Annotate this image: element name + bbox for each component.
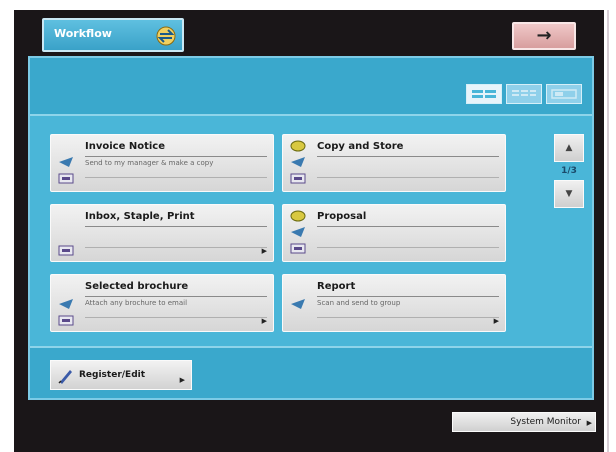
divider bbox=[85, 247, 267, 248]
workflow-button-invoice-notice[interactable]: Invoice Notice Send to my manager & make… bbox=[50, 134, 274, 192]
send-icon bbox=[59, 299, 73, 309]
workflow-button-inbox-staple-print[interactable]: Inbox, Staple, Print ▶ bbox=[50, 204, 274, 262]
expand-arrow-icon: ▶ bbox=[261, 317, 267, 325]
workflow-title: Inbox, Staple, Print bbox=[85, 211, 195, 222]
workflow-button-copy-and-store[interactable]: Copy and Store bbox=[282, 134, 506, 192]
list-view-icon bbox=[472, 90, 496, 98]
workflow-title: Report bbox=[317, 281, 356, 292]
print-icon bbox=[290, 243, 306, 254]
workflow-tab-label: Workflow bbox=[54, 27, 112, 40]
system-monitor-label: System Monitor bbox=[510, 417, 581, 427]
arrow-right-icon: → bbox=[536, 25, 552, 46]
chevron-down-icon: ▼ bbox=[565, 189, 573, 199]
workflow-title: Copy and Store bbox=[317, 141, 404, 152]
register-edit-label: Register/Edit bbox=[79, 370, 146, 380]
send-icon bbox=[291, 227, 305, 237]
page-down-button[interactable]: ▼ bbox=[554, 180, 584, 208]
workflow-button-proposal[interactable]: Proposal bbox=[282, 204, 506, 262]
next-arrow-button[interactable]: → bbox=[512, 22, 576, 50]
workflow-title: Selected brochure bbox=[85, 281, 189, 292]
workflow-tab[interactable]: Workflow bbox=[42, 18, 184, 52]
workflow-icon bbox=[156, 26, 176, 46]
divider bbox=[607, 10, 609, 452]
send-icon bbox=[291, 157, 305, 167]
divider bbox=[85, 177, 267, 178]
compact-view-button[interactable] bbox=[506, 84, 542, 104]
device-screen: Workflow → Invoice Notice Send to my man… bbox=[14, 10, 604, 452]
divider bbox=[317, 177, 499, 178]
print-icon bbox=[58, 315, 74, 326]
divider bbox=[85, 296, 267, 297]
expand-arrow-icon: ▶ bbox=[179, 376, 185, 384]
divider bbox=[317, 226, 499, 227]
send-icon bbox=[291, 299, 305, 309]
divider bbox=[317, 296, 499, 297]
print-icon bbox=[58, 173, 74, 184]
divider bbox=[85, 156, 267, 157]
workflow-description: Scan and send to group bbox=[317, 299, 401, 307]
compact-view-icon bbox=[512, 90, 536, 96]
store-icon bbox=[290, 140, 306, 152]
send-icon bbox=[59, 157, 73, 167]
chevron-up-icon: ▲ bbox=[565, 143, 573, 153]
workflow-grid: Invoice Notice Send to my manager & make… bbox=[30, 116, 592, 348]
expand-arrow-icon: ▶ bbox=[261, 247, 267, 255]
expand-arrow-icon: ▶ bbox=[493, 317, 499, 325]
divider bbox=[85, 317, 267, 318]
workflow-title: Proposal bbox=[317, 211, 367, 222]
divider bbox=[317, 317, 499, 318]
store-icon bbox=[290, 210, 306, 222]
divider bbox=[317, 156, 499, 157]
workflow-title: Invoice Notice bbox=[85, 141, 166, 152]
large-view-icon bbox=[551, 89, 577, 99]
system-monitor-button[interactable]: System Monitor ▶ bbox=[452, 412, 596, 432]
page-up-button[interactable]: ▲ bbox=[554, 134, 584, 162]
divider bbox=[85, 226, 267, 227]
right-edge-strip bbox=[604, 0, 616, 452]
print-icon bbox=[290, 173, 306, 184]
panel-header bbox=[30, 58, 592, 116]
workflow-description: Attach any brochure to email bbox=[85, 299, 188, 307]
pencil-icon bbox=[58, 370, 72, 384]
panel-footer: Register/Edit ▶ bbox=[30, 346, 592, 398]
divider bbox=[317, 247, 499, 248]
large-view-button[interactable] bbox=[546, 84, 582, 104]
print-icon bbox=[58, 245, 74, 256]
page-indicator: 1/3 bbox=[561, 166, 577, 176]
workflow-panel: Invoice Notice Send to my manager & make… bbox=[28, 56, 594, 400]
workflow-button-report[interactable]: Report Scan and send to group ▶ bbox=[282, 274, 506, 332]
workflow-description: Send to my manager & make a copy bbox=[85, 159, 214, 167]
list-view-button[interactable] bbox=[466, 84, 502, 104]
workflow-button-selected-brochure[interactable]: Selected brochure Attach any brochure to… bbox=[50, 274, 274, 332]
view-toggle bbox=[466, 84, 582, 104]
expand-arrow-icon: ▶ bbox=[586, 419, 592, 427]
register-edit-button[interactable]: Register/Edit ▶ bbox=[50, 360, 192, 390]
